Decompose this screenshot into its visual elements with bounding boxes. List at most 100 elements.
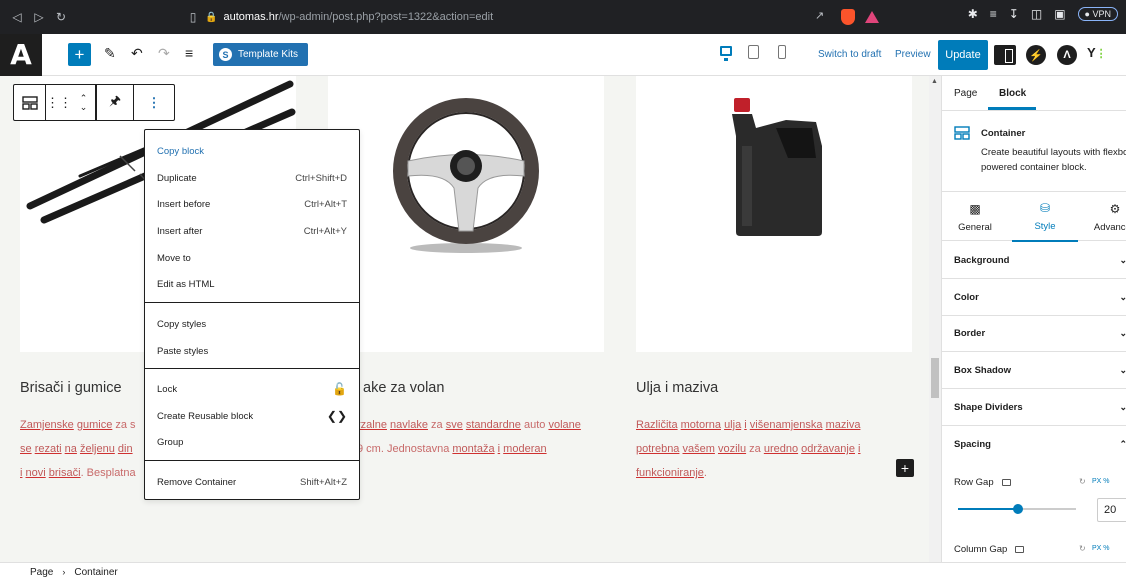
general-icon: ▩: [969, 201, 981, 216]
switch-to-draft-button[interactable]: Switch to draft: [818, 49, 881, 60]
undo-icon[interactable]: ↶: [131, 45, 143, 62]
update-button[interactable]: Update: [938, 40, 988, 70]
menu-item-move-to[interactable]: Move to: [157, 248, 347, 268]
menu-item-group[interactable]: Group: [157, 432, 347, 452]
tab-page[interactable]: Page: [954, 88, 977, 99]
menu-item-copy-block[interactable]: Copy block: [157, 141, 347, 161]
container-block-icon: [954, 126, 970, 140]
spellcheck-word: i: [858, 443, 861, 455]
description-line: Zamjenske gumice za s: [20, 413, 160, 437]
desktop-responsive-icon[interactable]: [1001, 479, 1011, 486]
wallet-icon[interactable]: ▣: [1054, 7, 1065, 21]
tab-general[interactable]: ▩ General: [942, 192, 1008, 242]
bolt-plugin-icon[interactable]: ⚡: [1026, 45, 1046, 65]
panel-box-shadow[interactable]: Box Shadow⌄: [942, 352, 1126, 389]
card-description[interactable]: rzalne navlake za sve standardne auto vo…: [357, 413, 617, 485]
panel-shape-dividers[interactable]: Shape Dividers⌄: [942, 389, 1126, 426]
row-gap-slider[interactable]: [958, 504, 1076, 514]
site-logo[interactable]: A: [0, 33, 42, 76]
extensions-icon[interactable]: ✱: [968, 7, 978, 21]
drag-handle-icon[interactable]: ⋮⋮: [46, 85, 72, 120]
gear-icon: ⚙: [1109, 201, 1121, 216]
container-block-icon[interactable]: [14, 85, 46, 120]
astra-plugin-icon[interactable]: Λ: [1057, 45, 1077, 65]
reset-icon[interactable]: ↻: [1079, 477, 1086, 486]
redo-icon[interactable]: ↷: [158, 45, 170, 62]
move-up-down-icon[interactable]: ⌃ ⌄: [72, 85, 96, 120]
mobile-preview-icon[interactable]: [778, 45, 786, 59]
menu-item-paste-styles[interactable]: Paste styles: [157, 341, 347, 361]
breadcrumb-item-container[interactable]: Container: [74, 567, 117, 578]
brave-shield-icon[interactable]: [841, 9, 855, 25]
add-block-button[interactable]: +: [68, 43, 91, 66]
back-icon[interactable]: ◁: [6, 10, 28, 24]
bookmark-icon[interactable]: ▯: [182, 10, 204, 24]
lock-icon: 🔓: [332, 382, 347, 396]
more-options-icon[interactable]: ⋮: [134, 85, 174, 120]
pin-icon[interactable]: 🖈: [96, 85, 134, 120]
tab-style[interactable]: ⛁ Style: [1012, 192, 1078, 242]
address-bar[interactable]: 🔒 automas.hr/wp-admin/post.php?post=1322…: [205, 6, 885, 28]
chevron-down-icon: ⌄: [1119, 365, 1126, 376]
text-run: za: [427, 419, 446, 431]
preview-button[interactable]: Preview: [895, 49, 931, 60]
menu-item-create-reusable-block[interactable]: Create Reusable block ❮❯: [157, 406, 347, 426]
scroll-up-icon[interactable]: ▲: [931, 78, 938, 85]
list-view-icon[interactable]: ≡: [185, 45, 193, 61]
settings-sidebar: Page Block Container Create beautiful la…: [941, 76, 1126, 562]
menu-item-lock[interactable]: Lock 🔓: [157, 379, 347, 399]
menu-item-remove-container[interactable]: Remove Container Shift+Alt+Z: [157, 472, 347, 492]
menu-item-insert-before[interactable]: Insert before Ctrl+Alt+T: [157, 194, 347, 214]
sidebar-panel-icon[interactable]: ◫: [1031, 7, 1042, 21]
panel-spacing[interactable]: Spacing⌃: [942, 426, 1126, 463]
spellcheck-word: sve: [445, 419, 463, 431]
card-title[interactable]: Ulja i maziva: [636, 380, 718, 396]
paint-bucket-icon: ⛁: [1039, 200, 1051, 215]
download-icon[interactable]: ↧: [1009, 7, 1019, 21]
desktop-preview-icon[interactable]: [720, 46, 732, 61]
tab-block[interactable]: Block: [999, 88, 1026, 99]
card-title[interactable]: Brisači i gumice: [20, 380, 122, 396]
reload-icon[interactable]: ↻: [50, 10, 72, 24]
reset-icon[interactable]: ↻: [1079, 544, 1086, 553]
oil-canister-image[interactable]: [636, 76, 912, 352]
menu-item-insert-after[interactable]: Insert after Ctrl+Alt+Y: [157, 221, 347, 241]
settings-sidebar-toggle[interactable]: [994, 45, 1016, 65]
tablet-preview-icon[interactable]: [748, 45, 759, 59]
card-description[interactable]: Različita motorna ulja i višenamjenska m…: [636, 413, 906, 485]
panel-color[interactable]: Color⌄: [942, 279, 1126, 316]
card-description[interactable]: Zamjenske gumice za s se rezati na željen…: [20, 413, 160, 485]
unit-selector[interactable]: PX %: [1092, 478, 1110, 485]
menu-item-copy-styles[interactable]: Copy styles: [157, 314, 347, 334]
desktop-responsive-icon[interactable]: [1015, 546, 1025, 553]
scrollbar-thumb[interactable]: [931, 358, 939, 398]
row-gap-input[interactable]: 20: [1097, 498, 1126, 522]
menu-item-duplicate[interactable]: Duplicate Ctrl+Shift+D: [157, 168, 347, 188]
canvas-scrollbar[interactable]: ▲: [929, 76, 941, 562]
vpn-button[interactable]: ● VPN: [1077, 7, 1118, 21]
share-icon[interactable]: ↗: [815, 9, 824, 22]
forward-icon[interactable]: ▷: [28, 10, 50, 24]
spellcheck-word: funkcioniranje: [636, 467, 704, 479]
yoast-seo-icon[interactable]: Y⋮: [1087, 45, 1107, 60]
slider-handle[interactable]: [1013, 504, 1024, 514]
spellcheck-word: vozilu: [717, 443, 747, 455]
card-title[interactable]: ake za volan: [363, 380, 444, 396]
text-run: 9 cm. Jednostavna: [357, 443, 453, 455]
brave-rewards-icon[interactable]: [865, 11, 879, 23]
menu-item-edit-as-html[interactable]: Edit as HTML: [157, 274, 347, 294]
menu-divider: [145, 460, 359, 461]
breadcrumb-item-page[interactable]: Page: [30, 567, 53, 578]
sidebar-tabs: Page Block: [942, 76, 1126, 111]
block-inserter-button[interactable]: +: [896, 459, 914, 477]
template-kits-button[interactable]: S Template Kits: [213, 43, 309, 66]
steering-wheel-image[interactable]: [328, 76, 604, 352]
breadcrumb: Page › Container: [0, 562, 1126, 581]
tab-advanced[interactable]: ⚙Advanced: [1082, 192, 1126, 242]
template-kits-label: Template Kits: [238, 49, 299, 60]
unit-selector[interactable]: PX %: [1092, 545, 1110, 552]
playlist-icon[interactable]: ≡: [990, 7, 997, 21]
panel-background[interactable]: Background⌄: [942, 242, 1126, 279]
panel-border[interactable]: Border⌄: [942, 315, 1126, 352]
edit-tool-icon[interactable]: ✎: [104, 45, 116, 62]
